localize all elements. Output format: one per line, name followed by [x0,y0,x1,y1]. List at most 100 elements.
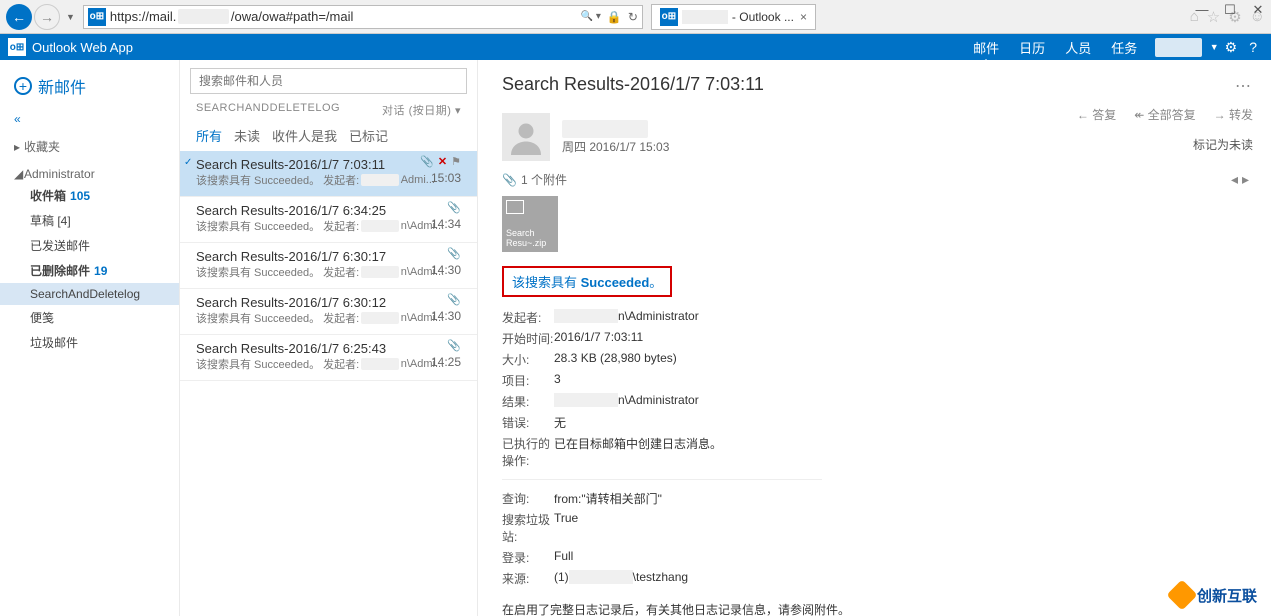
tab-redacted: x [682,10,728,24]
search-icon[interactable]: 🔍 ▾ [581,11,601,22]
attachment-icon: 📎 [447,201,461,214]
collapse-pane[interactable]: « [0,110,179,136]
attachment-tile[interactable]: Search Resu~.zip [502,196,558,252]
filter-flagged[interactable]: 已标记 [349,126,388,145]
url-suffix: /owa/owa#path=/mail [231,9,354,24]
more-actions-icon[interactable]: ⋯ [1235,76,1253,96]
favorites-label: 收藏夹 [24,140,60,154]
browser-toolbar: ← → ▼ o⊞ https://mail. x /owa/owa#path=/… [0,0,1271,34]
folder-deleted[interactable]: 已删除邮件19 [0,258,179,283]
msg-time: 15:03 [431,171,461,185]
attach-next-icon[interactable]: ▸ [1242,171,1253,187]
folder-notes[interactable]: 便笺 [0,305,179,330]
filter-unread[interactable]: 未读 [234,126,260,145]
plus-icon: + [14,77,32,95]
folder-junk[interactable]: 垃圾邮件 [0,330,179,355]
owa-logo-icon: o⊞ [8,38,26,56]
reply-all-button[interactable]: ↞ 全部答复 [1134,106,1195,123]
folder-pane: + 新邮件 « ▸收藏夹 ◢Administrator 收件箱105 草稿 [4… [0,60,180,616]
detail-label: 结果: [502,393,554,410]
mark-unread-link[interactable]: 标记为未读 [1193,136,1253,153]
msg-subject: Search Results-2016/1/7 6:30:17 [196,249,461,264]
inbox-count: 105 [70,189,90,203]
attachment-icon: 📎 [447,339,461,352]
reading-pane: Search Results-2016/1/7 7:03:11 ⋯ ← 答复 ↞… [478,60,1271,616]
new-mail-button[interactable]: + 新邮件 [0,70,179,110]
detail-value: 已在目标邮箱中创建日志消息。 [554,435,722,469]
msg-subject: Search Results-2016/1/7 6:25:43 [196,341,461,356]
detail-value: True [554,511,578,545]
detail-row: 错误:无 [502,412,1253,433]
message-item[interactable]: 📎Search Results-2016/1/7 6:30:12该搜索具有 Su… [180,289,477,335]
detail-value: (1)xxxx\testzhang [554,570,688,587]
detail-row: 项目:3 [502,370,1253,391]
message-item[interactable]: 📎Search Results-2016/1/7 6:34:25该搜索具有 Su… [180,197,477,243]
detail-row: 登录:Full [502,547,1253,568]
nav-people[interactable]: 人员 [1055,38,1101,57]
delete-icon[interactable]: ✕ [438,155,447,168]
deleted-label: 已删除邮件 [30,264,90,278]
detail-value: 2016/1/7 7:03:11 [554,330,643,347]
favorites-group[interactable]: ▸收藏夹 [0,136,179,157]
nav-tasks[interactable]: 任务 [1101,38,1147,57]
msg-preview: 该搜索具有 Succeeded。 发起者:xAdmi... [196,172,461,188]
folder-drafts[interactable]: 草稿 [4] [0,208,179,233]
detail-row: 结果:xxxxn\Administrator [502,391,1253,412]
admin-group[interactable]: ◢Administrator [0,165,179,183]
filter-tome[interactable]: 收件人是我 [272,126,337,145]
msg-time: 14:30 [431,309,461,323]
folder-inbox[interactable]: 收件箱105 [0,183,179,208]
avatar [502,113,550,161]
detail-value: xxxxn\Administrator [554,393,699,410]
app-title: Outlook Web App [32,40,133,55]
tab-title: - Outlook ... [732,10,794,24]
detail-row: 发起者:xxxxn\Administrator [502,307,1253,328]
help-icon[interactable]: ? [1249,39,1257,55]
folder-searchlog[interactable]: SearchAndDeletelog [0,283,179,305]
folder-sent[interactable]: 已发送邮件 [0,233,179,258]
message-item[interactable]: ✓📎✕⚑Search Results-2016/1/7 7:03:11该搜索具有… [180,151,477,197]
flag-icon[interactable]: ⚑ [451,155,461,168]
msg-time: 14:34 [431,217,461,231]
win-max[interactable]: ☐ [1223,2,1237,18]
url-redacted: x [178,9,229,24]
new-mail-label: 新邮件 [38,74,86,98]
message-item[interactable]: 📎Search Results-2016/1/7 6:30:17该搜索具有 Su… [180,243,477,289]
detail-label: 查询: [502,490,554,507]
nav-back[interactable]: ← [6,4,32,30]
detail-label: 搜索垃圾站: [502,511,554,545]
win-close[interactable]: ✕ [1251,2,1265,18]
address-bar[interactable]: o⊞ https://mail. x /owa/owa#path=/mail 🔍… [83,5,643,29]
message-item[interactable]: 📎Search Results-2016/1/7 6:25:43该搜索具有 Su… [180,335,477,381]
forward-button[interactable]: → 转发 [1214,106,1253,123]
nav-history-dropdown[interactable]: ▼ [66,12,75,22]
detail-row: 来源:(1)xxxx\testzhang [502,568,1253,589]
watermark: 创新互联 [1171,584,1257,606]
msg-preview: 该搜索具有 Succeeded。 发起者:xn\Admi... [196,356,461,372]
settings-icon[interactable]: ⚙ [1225,39,1238,56]
reply-button[interactable]: ← 答复 [1077,106,1116,123]
nav-forward[interactable]: → [34,4,60,30]
detail-row: 搜索垃圾站:True [502,509,1253,547]
url-prefix: https://mail. [110,9,176,24]
user-name-redacted[interactable]: x [1155,38,1202,57]
nav-calendar[interactable]: 日历 [1009,38,1055,57]
sender-redacted: x [562,120,648,138]
list-sort[interactable]: 对话 (按日期) ▾ [382,102,461,118]
detail-value: from:"请转相关部门" [554,490,662,507]
search-input[interactable] [190,68,467,94]
filter-all[interactable]: 所有 [196,126,222,145]
detail-label: 已执行的操作: [502,435,554,469]
tab-close-icon[interactable]: × [800,10,807,24]
msg-time: 14:30 [431,263,461,277]
attach-prev-icon[interactable]: ◂ [1231,171,1242,187]
detail-label: 大小: [502,351,554,368]
nav-mail[interactable]: 邮件 [963,38,1009,57]
list-folder-name: SEARCHANDDELETELOG [196,102,340,118]
win-min[interactable]: — [1195,2,1209,18]
refresh-icon[interactable]: ↻ [628,10,638,24]
detail-row: 大小:28.3 KB (28,980 bytes) [502,349,1253,370]
owa-header: o⊞ Outlook Web App 邮件 日历 人员 任务 x ▼ ⚙ ? [0,34,1271,60]
browser-tab[interactable]: o⊞ x - Outlook ... × [651,4,816,30]
person-icon [508,119,544,155]
